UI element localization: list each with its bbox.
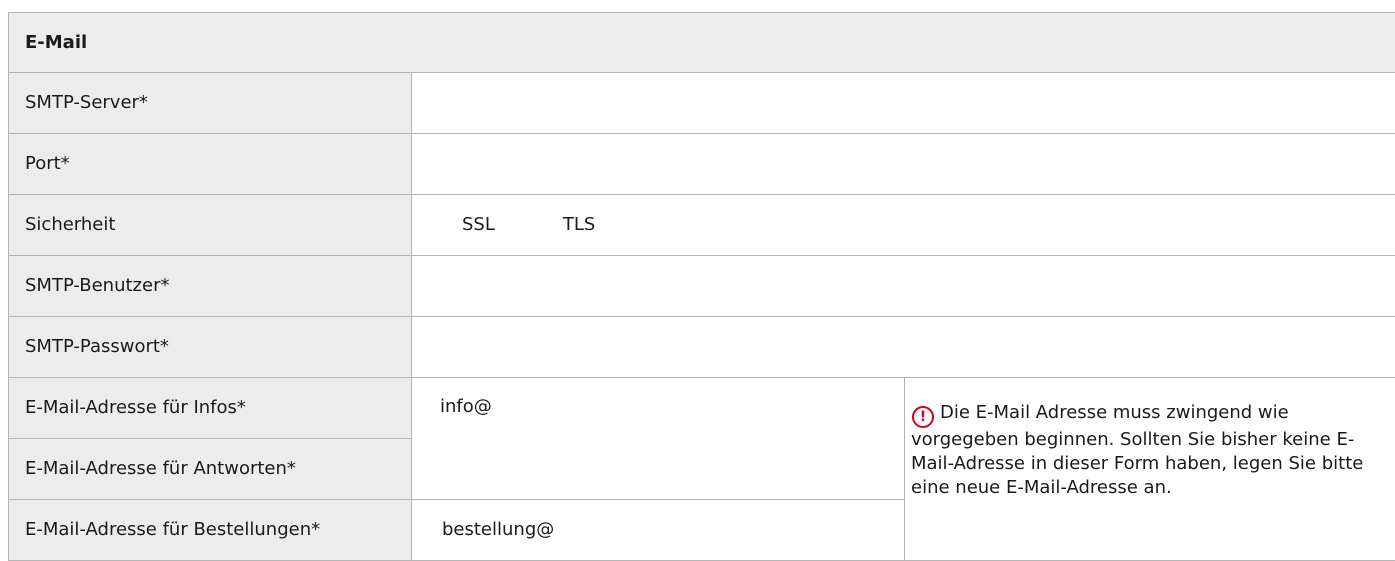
smtp-user-label: SMTP-Benutzer* — [8, 254, 412, 317]
email-info-label: E-Mail-Adresse für Infos* — [8, 376, 412, 439]
smtp-server-label: SMTP-Server* — [8, 71, 412, 134]
port-label: Port* — [8, 132, 412, 195]
section-title: E-Mail — [8, 12, 1395, 73]
security-option-ssl[interactable]: SSL — [462, 214, 495, 235]
smtp-password-cell — [411, 315, 1395, 378]
email-answers-label: E-Mail-Adresse für Antworten* — [8, 437, 412, 500]
info-prefix-cell[interactable]: info@ — [411, 376, 905, 500]
smtp-server-input[interactable] — [412, 72, 1395, 133]
smtp-password-label: SMTP-Passwort* — [8, 315, 412, 378]
security-cell: SSL TLS — [411, 193, 1395, 256]
smtp-user-cell — [411, 254, 1395, 317]
ssl-label: SSL — [462, 214, 495, 236]
note-cell: ! Die E-Mail Adresse muss zwingend wie vo… — [904, 376, 1395, 561]
info-prefix: info@ — [440, 395, 492, 417]
security-radio-group: SSL TLS — [412, 214, 1395, 235]
smtp-password-input[interactable] — [412, 316, 1395, 377]
note-text: Die E-Mail Adresse muss zwingend wie vor… — [911, 401, 1364, 498]
security-option-tls[interactable]: TLS — [563, 214, 595, 235]
port-input[interactable] — [412, 133, 1395, 194]
email-orders-label: E-Mail-Adresse für Bestellungen* — [8, 498, 412, 561]
smtp-user-input[interactable] — [412, 255, 1395, 316]
orders-prefix: bestellung@ — [442, 519, 555, 541]
orders-prefix-cell[interactable]: bestellung@ — [411, 498, 905, 561]
smtp-server-cell — [411, 71, 1395, 134]
tls-label: TLS — [562, 214, 596, 236]
email-settings-table: E-Mail SMTP-Server* Port* Sicherheit SSL… — [8, 12, 1395, 561]
exclamation-circle-icon: ! — [912, 405, 934, 428]
security-label: Sicherheit — [8, 193, 412, 256]
port-cell — [411, 132, 1395, 195]
